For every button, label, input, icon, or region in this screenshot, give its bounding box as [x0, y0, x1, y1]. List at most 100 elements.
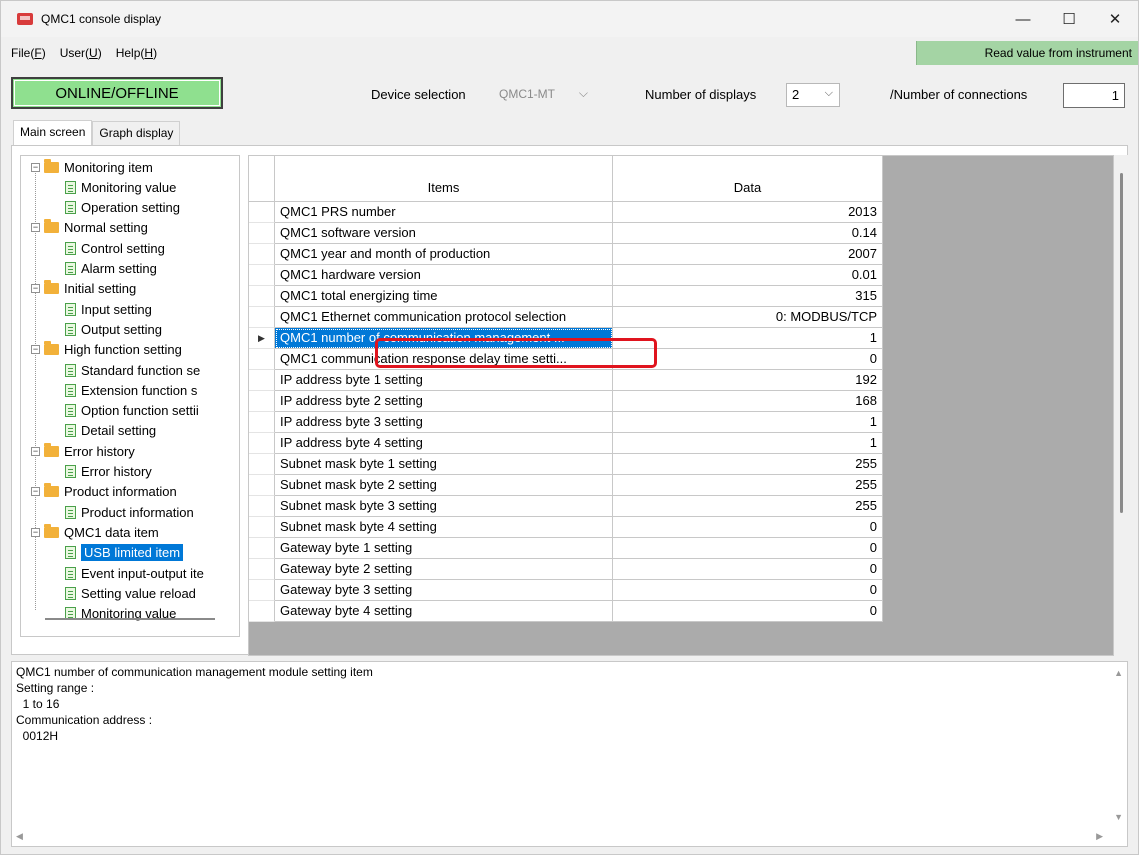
- tree-item[interactable]: Standard function se: [65, 360, 200, 380]
- close-button[interactable]: ✕: [1092, 1, 1138, 37]
- cell-item[interactable]: IP address byte 4 setting: [275, 433, 613, 454]
- table-row[interactable]: Subnet mask byte 4 setting 0: [249, 517, 883, 538]
- table-row[interactable]: QMC1 hardware version 0.01: [249, 265, 883, 286]
- cell-item[interactable]: Gateway byte 3 setting: [275, 580, 613, 601]
- row-header[interactable]: [249, 580, 275, 601]
- collapse-icon[interactable]: −: [31, 223, 40, 233]
- tree-group[interactable]: − QMC1 data item: [31, 522, 159, 542]
- cell-item[interactable]: QMC1 Ethernet communication protocol sel…: [275, 307, 613, 328]
- scroll-right-icon[interactable]: ▶: [1096, 831, 1103, 842]
- cell-item[interactable]: IP address byte 2 setting: [275, 391, 613, 412]
- tree-group[interactable]: − Error history: [31, 441, 135, 461]
- menu-help[interactable]: Help(H): [116, 46, 157, 60]
- tree-item[interactable]: USB limited item: [65, 543, 184, 563]
- tree-item[interactable]: Product information: [65, 502, 194, 522]
- scrollbar-thumb[interactable]: [1120, 173, 1123, 513]
- tree-item[interactable]: Operation setting: [65, 198, 180, 218]
- table-row[interactable]: Gateway byte 3 setting 0: [249, 580, 883, 601]
- maximize-button[interactable]: ☐: [1046, 1, 1092, 37]
- cell-item[interactable]: Gateway byte 1 setting: [275, 538, 613, 559]
- row-header[interactable]: [249, 538, 275, 559]
- cell-item[interactable]: IP address byte 3 setting: [275, 412, 613, 433]
- table-row[interactable]: QMC1 year and month of production 2007: [249, 244, 883, 265]
- cell-item[interactable]: Subnet mask byte 4 setting: [275, 517, 613, 538]
- cell-data[interactable]: 0.01: [613, 265, 883, 286]
- cell-item[interactable]: QMC1 year and month of production: [275, 244, 613, 265]
- tree-item[interactable]: Detail setting: [65, 421, 156, 441]
- collapse-icon[interactable]: −: [31, 284, 40, 294]
- cell-data[interactable]: 0: [613, 538, 883, 559]
- table-row[interactable]: IP address byte 3 setting 1: [249, 412, 883, 433]
- table-row[interactable]: Subnet mask byte 3 setting 255: [249, 496, 883, 517]
- online-offline-button[interactable]: ONLINE/OFFLINE: [11, 77, 223, 109]
- row-header[interactable]: [249, 223, 275, 244]
- collapse-icon[interactable]: −: [31, 446, 40, 456]
- tree-item[interactable]: Event input-output ite: [65, 563, 204, 583]
- cell-data[interactable]: 0: [613, 559, 883, 580]
- cell-item[interactable]: IP address byte 1 setting: [275, 370, 613, 391]
- tree-item[interactable]: Setting value reload: [65, 583, 196, 603]
- row-header[interactable]: [249, 202, 275, 223]
- cell-data[interactable]: 0.14: [613, 223, 883, 244]
- cell-data[interactable]: 315: [613, 286, 883, 307]
- table-row[interactable]: IP address byte 4 setting 1: [249, 433, 883, 454]
- cell-data[interactable]: 0: [613, 517, 883, 538]
- row-header[interactable]: [249, 559, 275, 580]
- cell-data[interactable]: 0: MODBUS/TCP: [613, 307, 883, 328]
- cell-data[interactable]: 1: [613, 328, 883, 349]
- tree-item[interactable]: Monitoring value: [65, 177, 176, 197]
- table-row[interactable]: ▶ QMC1 number of communication management…: [249, 328, 883, 349]
- scroll-up-icon[interactable]: ▲: [1114, 668, 1123, 678]
- row-header[interactable]: [249, 496, 275, 517]
- tree-item[interactable]: Monitoring value: [65, 604, 176, 624]
- row-header[interactable]: [249, 370, 275, 391]
- row-header[interactable]: ▶: [249, 328, 275, 349]
- tree-group[interactable]: − Product information: [31, 482, 177, 502]
- menu-user[interactable]: User(U): [60, 46, 102, 60]
- num-connections-input[interactable]: 1: [1063, 83, 1125, 108]
- row-header[interactable]: [249, 601, 275, 622]
- menu-file[interactable]: File(F): [11, 46, 46, 60]
- tree-item[interactable]: Alarm setting: [65, 259, 157, 279]
- collapse-icon[interactable]: −: [31, 527, 40, 537]
- num-displays-dropdown[interactable]: 2 ⌵: [786, 83, 840, 107]
- tree-group[interactable]: − Monitoring item: [31, 157, 153, 177]
- row-header[interactable]: [249, 244, 275, 265]
- table-row[interactable]: QMC1 software version 0.14: [249, 223, 883, 244]
- tree-scrollbar[interactable]: [45, 618, 215, 620]
- tree-item[interactable]: Error history: [65, 462, 152, 482]
- collapse-icon[interactable]: −: [31, 162, 40, 172]
- cell-data[interactable]: 2013: [613, 202, 883, 223]
- cell-data[interactable]: 0: [613, 601, 883, 622]
- tree-group[interactable]: − High function setting: [31, 340, 182, 360]
- table-row[interactable]: Subnet mask byte 2 setting 255: [249, 475, 883, 496]
- cell-data[interactable]: 255: [613, 496, 883, 517]
- table-row[interactable]: IP address byte 1 setting 192: [249, 370, 883, 391]
- table-row[interactable]: QMC1 total energizing time 315: [249, 286, 883, 307]
- row-header[interactable]: [249, 412, 275, 433]
- table-row[interactable]: Gateway byte 2 setting 0: [249, 559, 883, 580]
- tab-graph-display[interactable]: Graph display: [92, 121, 181, 145]
- cell-item[interactable]: Subnet mask byte 2 setting: [275, 475, 613, 496]
- tab-main-screen[interactable]: Main screen: [13, 120, 93, 145]
- cell-data[interactable]: 255: [613, 475, 883, 496]
- device-selection-dropdown[interactable]: QMC1-MT ⌵: [494, 84, 594, 106]
- cell-data[interactable]: 0: [613, 349, 883, 370]
- table-row[interactable]: Gateway byte 1 setting 0: [249, 538, 883, 559]
- cell-item[interactable]: Gateway byte 2 setting: [275, 559, 613, 580]
- table-row[interactable]: QMC1 communication response delay time s…: [249, 349, 883, 370]
- column-header-data[interactable]: Data: [613, 156, 883, 202]
- cell-item[interactable]: Subnet mask byte 3 setting: [275, 496, 613, 517]
- tree-item[interactable]: Output setting: [65, 319, 162, 339]
- row-header[interactable]: [249, 475, 275, 496]
- cell-item[interactable]: QMC1 hardware version: [275, 265, 613, 286]
- row-header[interactable]: [249, 349, 275, 370]
- cell-item[interactable]: QMC1 number of communication management …: [275, 328, 613, 349]
- tree-item[interactable]: Input setting: [65, 299, 152, 319]
- row-header[interactable]: [249, 391, 275, 412]
- tree-group[interactable]: − Initial setting: [31, 279, 136, 299]
- cell-item[interactable]: Subnet mask byte 1 setting: [275, 454, 613, 475]
- row-header[interactable]: [249, 286, 275, 307]
- table-row[interactable]: Subnet mask byte 1 setting 255: [249, 454, 883, 475]
- cell-data[interactable]: 1: [613, 433, 883, 454]
